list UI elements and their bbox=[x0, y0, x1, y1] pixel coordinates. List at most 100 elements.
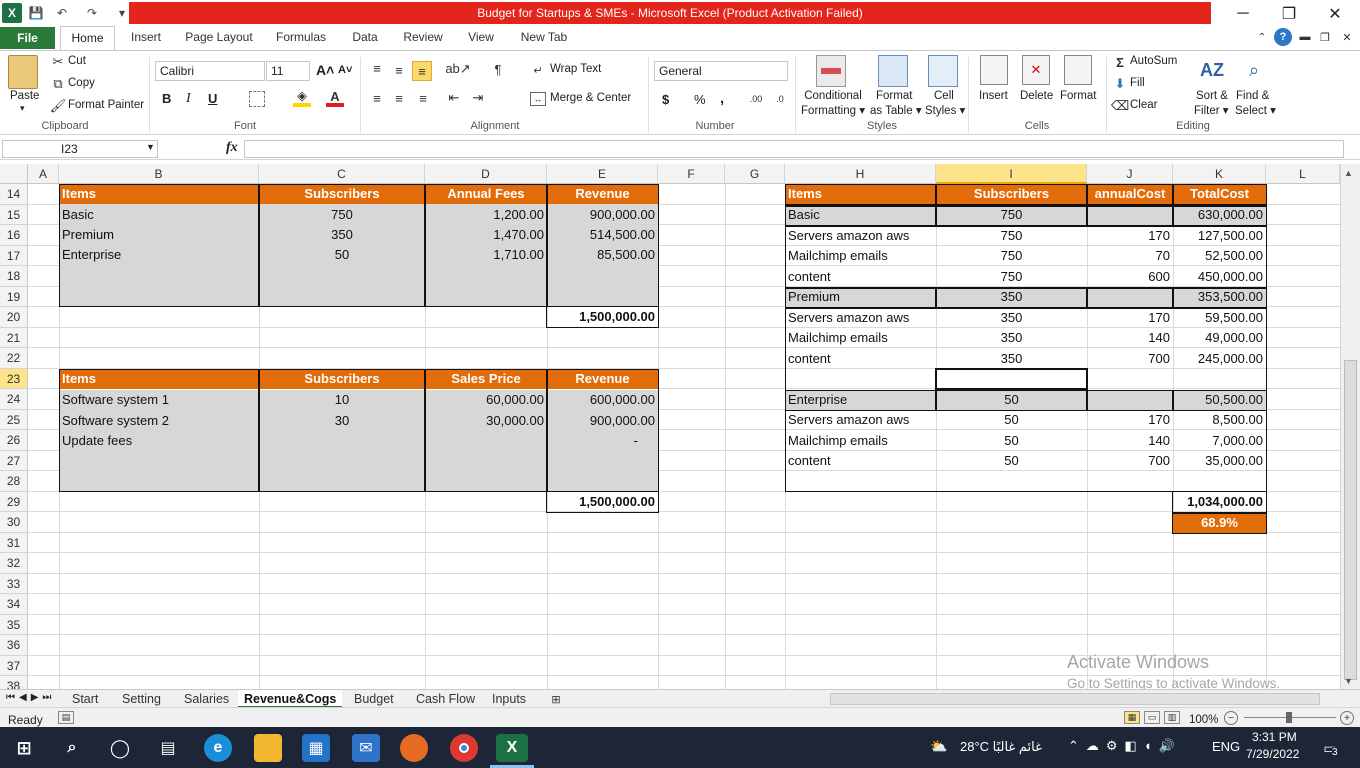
sheet-tab-salaries[interactable]: Salaries bbox=[178, 690, 235, 708]
row-header[interactable]: 37 bbox=[0, 655, 28, 676]
sheet-tab-inputs[interactable]: Inputs bbox=[486, 690, 532, 708]
sheet-tab-budget[interactable]: Budget bbox=[348, 690, 400, 708]
undo-icon[interactable]: ↶ bbox=[52, 3, 72, 23]
name-box[interactable]: I23 bbox=[2, 140, 158, 158]
wrap-text-button[interactable]: Wrap Text bbox=[550, 63, 601, 75]
zoom-slider-thumb[interactable] bbox=[1286, 712, 1292, 723]
column-header-f[interactable]: F bbox=[658, 164, 725, 184]
font-size-select[interactable]: 11 bbox=[266, 61, 310, 81]
delete-cells-button[interactable]: Delete bbox=[1020, 90, 1053, 102]
conditional-formatting-line2[interactable]: Formatting ▾ bbox=[800, 103, 866, 117]
autosum-button[interactable]: AutoSum bbox=[1130, 55, 1177, 67]
increase-decimal-icon[interactable]: .00 bbox=[746, 91, 766, 107]
sheet-nav-arrows[interactable]: ⏮◀▶⏭ bbox=[6, 692, 55, 703]
column-header-j[interactable]: J bbox=[1087, 164, 1173, 184]
macro-record-icon[interactable]: ▤ bbox=[58, 711, 74, 724]
horizontal-scrollbar[interactable] bbox=[830, 693, 1320, 705]
merge-center-button[interactable]: Merge & Center bbox=[550, 92, 631, 104]
column-header-g[interactable]: G bbox=[725, 164, 785, 184]
row-header[interactable]: 20 bbox=[0, 307, 28, 328]
align-center-icon[interactable]: ≡ bbox=[392, 91, 406, 106]
row-header[interactable]: 22 bbox=[0, 348, 28, 369]
help-icon[interactable]: ? bbox=[1274, 28, 1292, 46]
row-header[interactable]: 24 bbox=[0, 389, 28, 410]
cortana-icon[interactable]: ◯ bbox=[106, 734, 134, 762]
text-direction-icon[interactable]: ¶ bbox=[488, 61, 508, 77]
column-header-a[interactable]: A bbox=[28, 164, 59, 184]
row-header[interactable]: 38 bbox=[0, 676, 28, 689]
italic-button[interactable]: I bbox=[186, 91, 191, 107]
tab-insert[interactable]: Insert bbox=[128, 27, 164, 50]
decrease-indent-icon[interactable]: ⇤ bbox=[446, 90, 462, 105]
number-format-select[interactable]: General bbox=[654, 61, 788, 81]
increase-indent-icon[interactable]: ⇥ bbox=[470, 90, 486, 105]
tab-file[interactable]: File bbox=[0, 27, 55, 49]
row-header[interactable]: 27 bbox=[0, 450, 28, 471]
row-header[interactable]: 26 bbox=[0, 430, 28, 451]
sort-filter-line1[interactable]: Sort & bbox=[1196, 90, 1228, 102]
page-layout-view-icon[interactable]: ▭ bbox=[1144, 711, 1160, 724]
cut-button[interactable]: Cut bbox=[68, 55, 86, 67]
save-icon[interactable]: 💾 bbox=[26, 3, 46, 23]
chrome-icon[interactable] bbox=[450, 734, 478, 762]
row-header[interactable]: 17 bbox=[0, 245, 28, 266]
column-header-b[interactable]: B bbox=[59, 164, 259, 184]
font-color-icon[interactable]: A bbox=[326, 89, 344, 107]
workbook-minimize-icon[interactable]: ▬ bbox=[1298, 29, 1312, 45]
store-icon[interactable]: ▦ bbox=[302, 734, 330, 762]
shrink-font-button[interactable]: A˅ bbox=[338, 64, 352, 76]
tab-formulas[interactable]: Formulas bbox=[274, 27, 328, 50]
row-header[interactable]: 23 bbox=[0, 368, 28, 389]
column-header-e[interactable]: E bbox=[547, 164, 658, 184]
mail-icon[interactable]: ✉ bbox=[352, 734, 380, 762]
row-header[interactable]: 14 bbox=[0, 184, 28, 205]
column-header-c[interactable]: C bbox=[259, 164, 425, 184]
tab-view[interactable]: View bbox=[466, 27, 496, 50]
zoom-out-icon[interactable]: − bbox=[1224, 711, 1238, 725]
task-view-icon[interactable]: ▤ bbox=[154, 734, 182, 762]
row-header[interactable]: 29 bbox=[0, 491, 28, 512]
excel-app-icon[interactable]: X bbox=[2, 3, 22, 23]
column-header-l[interactable]: L bbox=[1266, 164, 1340, 184]
align-top-icon[interactable]: ≡ bbox=[370, 61, 384, 76]
notification-center-icon[interactable]: ▭ bbox=[1316, 734, 1344, 762]
firefox-icon[interactable] bbox=[400, 734, 428, 762]
tab-new-tab[interactable]: New Tab bbox=[518, 27, 570, 50]
format-painter-button[interactable]: Format Painter bbox=[68, 99, 144, 111]
clock-date[interactable]: 7/29/2022 bbox=[1246, 747, 1299, 761]
cell-styles-line1[interactable]: Cell bbox=[934, 90, 954, 102]
selected-cell[interactable] bbox=[935, 368, 1088, 390]
edge-icon[interactable]: e bbox=[204, 734, 232, 762]
row-header[interactable]: 31 bbox=[0, 532, 28, 553]
format-as-table-line1[interactable]: Format bbox=[876, 90, 912, 102]
comma-button[interactable]: , bbox=[720, 90, 724, 107]
row-header[interactable]: 35 bbox=[0, 614, 28, 635]
column-header-d[interactable]: D bbox=[425, 164, 547, 184]
workbook-close-icon[interactable]: ✕ bbox=[1340, 29, 1354, 45]
row-header[interactable]: 25 bbox=[0, 409, 28, 430]
paste-button[interactable]: Paste bbox=[10, 90, 39, 102]
weather-icon[interactable]: ⛅ bbox=[930, 738, 947, 755]
row-header[interactable]: 28 bbox=[0, 471, 28, 492]
page-break-view-icon[interactable]: ▥ bbox=[1164, 711, 1180, 724]
find-select-line2[interactable]: Select ▾ bbox=[1235, 103, 1276, 117]
formula-input[interactable] bbox=[244, 140, 1344, 158]
clock-time[interactable]: 3:31 PM bbox=[1252, 730, 1297, 744]
align-right-icon[interactable]: ≡ bbox=[416, 91, 430, 106]
tab-home[interactable]: Home bbox=[60, 26, 115, 51]
clear-button[interactable]: Clear bbox=[1130, 99, 1157, 111]
decrease-decimal-icon[interactable]: .0 bbox=[770, 91, 790, 107]
bold-button[interactable]: B bbox=[162, 91, 171, 106]
borders-icon[interactable] bbox=[249, 91, 265, 107]
zoom-in-icon[interactable]: + bbox=[1340, 711, 1354, 725]
row-header[interactable]: 16 bbox=[0, 225, 28, 246]
tab-page-layout[interactable]: Page Layout bbox=[184, 27, 254, 50]
close-button[interactable]: ✕ bbox=[1312, 0, 1358, 27]
cell-styles-line2[interactable]: Styles ▾ bbox=[925, 103, 965, 117]
fill-color-icon[interactable]: ◈ bbox=[293, 88, 311, 107]
sheet-tab-revenue-cogs[interactable]: Revenue&Cogs bbox=[238, 690, 343, 708]
workbook-restore-icon[interactable]: ❐ bbox=[1318, 29, 1332, 45]
font-name-select[interactable]: Calibri bbox=[155, 61, 265, 81]
row-header[interactable]: 21 bbox=[0, 327, 28, 348]
format-cells-button[interactable]: Format bbox=[1060, 90, 1096, 102]
